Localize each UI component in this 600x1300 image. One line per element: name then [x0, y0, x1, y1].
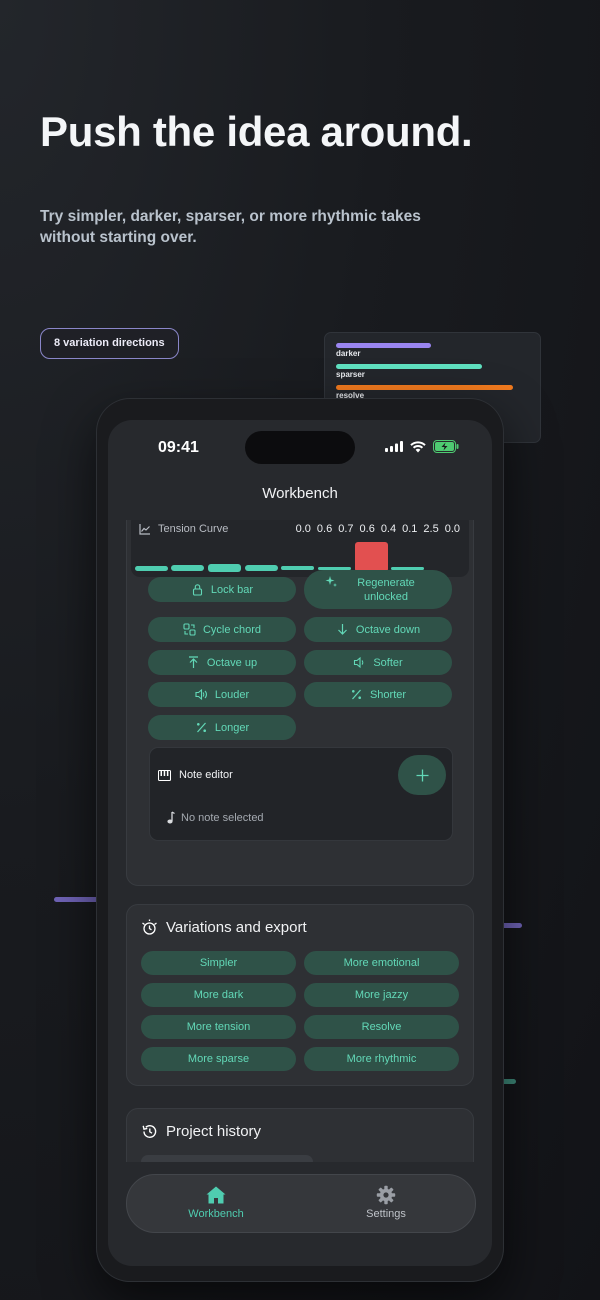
workbench-card: Tension Curve 0.0 0.6 0.7 0.6 0.4 0.1 2.… — [126, 520, 474, 886]
resolve-bar — [336, 385, 513, 390]
timer-sparkle-icon — [142, 919, 157, 935]
hero-subtitle: Try simpler, darker, sparser, or more rh… — [40, 208, 421, 246]
octave-up-button[interactable]: Octave up — [148, 650, 296, 675]
variation-button-resolve[interactable]: Resolve — [304, 1015, 459, 1039]
regenerate-unlocked-button[interactable]: Regenerate unlocked — [304, 570, 452, 609]
longer-label: Longer — [214, 721, 250, 734]
note-editor-title: Note editor — [179, 769, 233, 781]
tension-value: 0.0 — [295, 523, 311, 535]
phone-frame: 09:41 Workbench Tension Curve 0.0 0.6 0.… — [96, 398, 504, 1282]
octave-up-label: Octave up — [206, 656, 258, 669]
note-editor-panel: Note editor No note selected — [149, 747, 453, 841]
tension-bar[interactable] — [135, 566, 168, 571]
octave-down-label: Octave down — [355, 623, 421, 636]
battery-charging-icon — [433, 440, 459, 453]
nav-title: Workbench — [262, 485, 338, 502]
app-screen: 09:41 Workbench Tension Curve 0.0 0.6 0.… — [108, 420, 492, 1266]
variation-count-badge: 8 variation directions — [40, 328, 179, 359]
project-history-card: Project history — [126, 1108, 474, 1162]
tension-curve-panel: Tension Curve 0.0 0.6 0.7 0.6 0.4 0.1 2.… — [131, 520, 469, 577]
lock-bar-label: Lock bar — [210, 583, 254, 596]
cycle-chord-button[interactable]: Cycle chord — [148, 617, 296, 642]
gear-icon — [376, 1185, 396, 1205]
tension-value: 0.6 — [359, 523, 375, 535]
project-history-title: Project history — [166, 1123, 262, 1140]
sparser-bar — [336, 364, 482, 369]
tab-settings[interactable]: Settings — [341, 1185, 431, 1220]
tension-curve-header: Tension Curve — [139, 523, 228, 535]
tension-value: 0.6 — [316, 523, 333, 535]
chart-line-icon — [139, 523, 150, 535]
piano-icon — [158, 769, 171, 781]
darker-bar — [336, 343, 431, 348]
status-time: 09:41 — [158, 439, 199, 456]
longer-button[interactable]: Longer — [148, 715, 296, 740]
tension-bar[interactable] — [171, 565, 204, 571]
cycle-chord-icon — [183, 623, 196, 636]
music-note-icon — [167, 811, 175, 824]
tab-settings-label: Settings — [366, 1208, 406, 1220]
softer-label: Softer — [373, 656, 403, 669]
louder-button[interactable]: Louder — [148, 682, 296, 707]
volume-low-icon — [354, 656, 364, 669]
variations-header: Variations and export — [141, 919, 307, 936]
regenerate-unlocked-label: Regenerate unlocked — [357, 576, 415, 603]
wifi-icon — [410, 440, 426, 452]
variation-button-more-emotional[interactable]: More emotional — [304, 951, 459, 975]
tension-curve-label: Tension Curve — [158, 523, 229, 535]
history-item-placeholder[interactable] — [141, 1155, 313, 1162]
variations-card: Variations and export Simpler More emoti… — [126, 904, 474, 1086]
plus-icon — [416, 769, 428, 781]
history-icon — [142, 1125, 157, 1138]
tension-bar[interactable] — [245, 565, 278, 571]
variation-button-more-jazzy[interactable]: More jazzy — [304, 983, 459, 1007]
tension-value: 0.7 — [338, 523, 354, 535]
variation-button-simpler[interactable]: Simpler — [141, 951, 296, 975]
volume-high-icon — [195, 688, 207, 701]
louder-label: Louder — [214, 688, 250, 701]
tension-bar[interactable] — [208, 564, 241, 572]
add-note-button[interactable] — [398, 755, 446, 795]
workbench-scroll-area[interactable]: Tension Curve 0.0 0.6 0.7 0.6 0.4 0.1 2.… — [108, 520, 492, 1162]
tension-bar[interactable] — [281, 566, 314, 570]
variations-title: Variations and export — [166, 919, 307, 936]
hero-title: Push the idea around. — [40, 108, 473, 155]
cycle-chord-label: Cycle chord — [202, 623, 262, 636]
percent-icon — [351, 689, 361, 700]
tab-workbench[interactable]: Workbench — [171, 1185, 261, 1220]
softer-button[interactable]: Softer — [304, 650, 452, 675]
home-icon — [206, 1186, 226, 1204]
tension-value: 0.0 — [444, 523, 460, 535]
variation-button-more-tension[interactable]: More tension — [141, 1015, 296, 1039]
arrow-up-to-line-icon — [188, 656, 198, 668]
darker-label: darker — [336, 349, 361, 358]
sparkles-icon — [325, 576, 337, 587]
project-history-header: Project history — [141, 1123, 261, 1140]
tension-value: 2.5 — [423, 523, 439, 535]
tension-bar-selected[interactable] — [355, 542, 388, 572]
lock-icon — [192, 584, 202, 596]
sparser-label: sparser — [336, 370, 365, 379]
arrow-down-icon — [337, 624, 347, 635]
octave-down-button[interactable]: Octave down — [304, 617, 452, 642]
dynamic-island — [245, 431, 355, 464]
lock-bar-button[interactable]: Lock bar — [148, 577, 296, 602]
status-icons — [385, 440, 459, 453]
note-editor-empty-label: No note selected — [181, 812, 264, 824]
variation-button-more-rhythmic[interactable]: More rhythmic — [304, 1047, 459, 1071]
tension-value: 0.1 — [402, 523, 418, 535]
shorter-button[interactable]: Shorter — [304, 682, 452, 707]
note-editor-empty-state: No note selected — [166, 811, 264, 825]
tension-value: 0.4 — [380, 523, 397, 535]
tension-values: 0.0 0.6 0.7 0.6 0.4 0.1 2.5 0.0 — [296, 523, 460, 535]
tab-bar: Workbench Settings — [126, 1174, 476, 1233]
tab-workbench-label: Workbench — [188, 1208, 244, 1220]
percent-icon — [196, 722, 206, 733]
shorter-label: Shorter — [369, 688, 407, 701]
variation-button-more-dark[interactable]: More dark — [141, 983, 296, 1007]
variation-button-more-sparse[interactable]: More sparse — [141, 1047, 296, 1071]
signal-icon — [385, 441, 403, 452]
note-editor-header: Note editor — [158, 769, 233, 781]
